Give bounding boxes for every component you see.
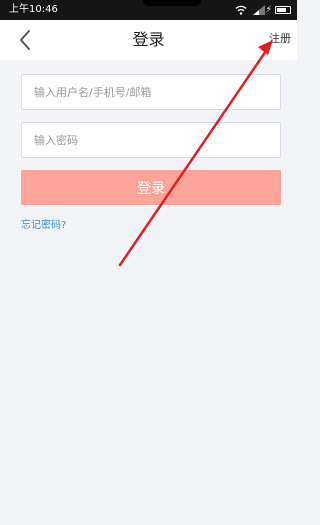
camera-notch (143, 0, 201, 6)
charging-icon: ⚡ (265, 5, 272, 15)
status-time: 上午10:46 (9, 4, 58, 15)
status-bar: 上午10:46 ⚡ (0, 0, 297, 20)
forgot-password-link[interactable]: 忘记密码? (21, 219, 66, 232)
signal-icon (253, 5, 265, 15)
register-link[interactable]: 注册 (269, 32, 291, 46)
wifi-icon (235, 5, 247, 15)
username-input[interactable] (21, 74, 281, 110)
app-header: 登录 注册 (0, 20, 297, 60)
page-title: 登录 (132, 30, 165, 49)
battery-icon (275, 6, 291, 14)
login-button[interactable]: 登录 (21, 170, 281, 205)
password-input[interactable] (21, 122, 281, 158)
